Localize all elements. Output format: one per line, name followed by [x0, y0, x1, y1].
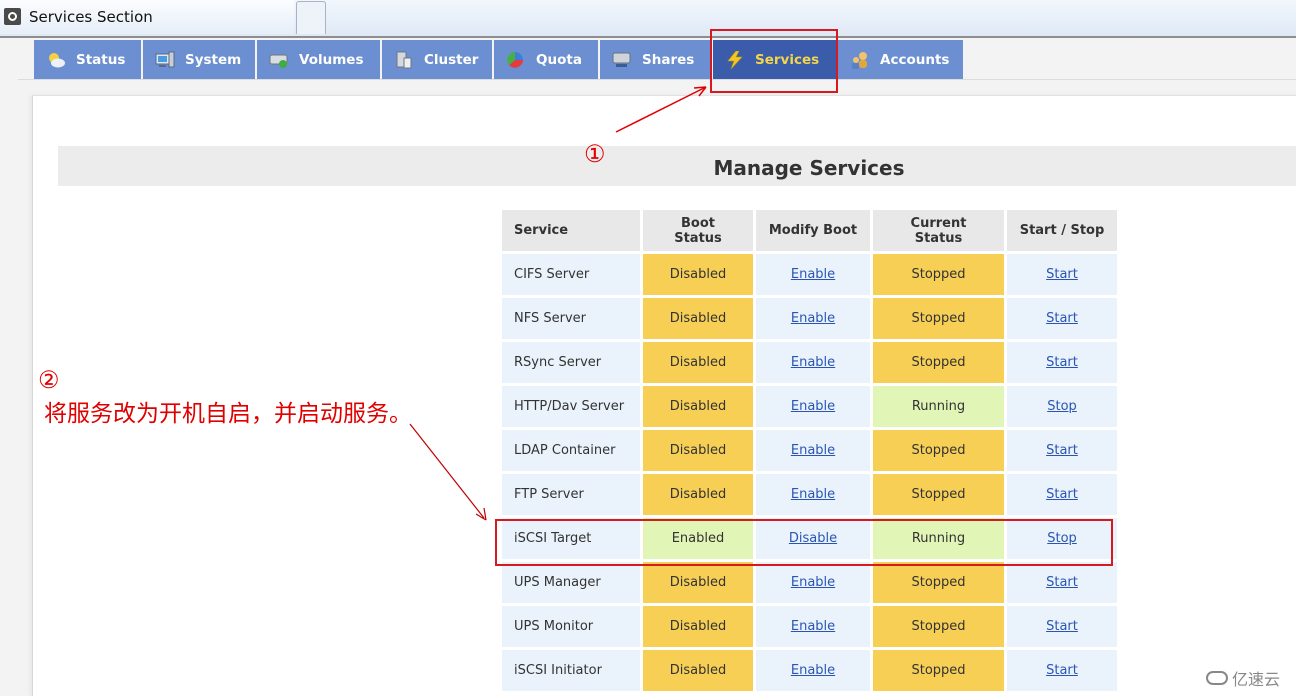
watermark-text: 亿速云	[1232, 670, 1281, 689]
step2-instruction: 将服务改为开机自启，并启动服务。	[44, 401, 412, 427]
arrow-to-iscsi-row	[409, 423, 487, 521]
step2-marker: ②	[38, 366, 60, 394]
annotation-arrows	[409, 86, 707, 521]
arrow-to-services-tab	[615, 86, 707, 133]
step1-marker: ①	[584, 140, 606, 168]
watermark: 亿速云	[1206, 666, 1280, 690]
cloud-logo-icon	[1206, 671, 1228, 685]
